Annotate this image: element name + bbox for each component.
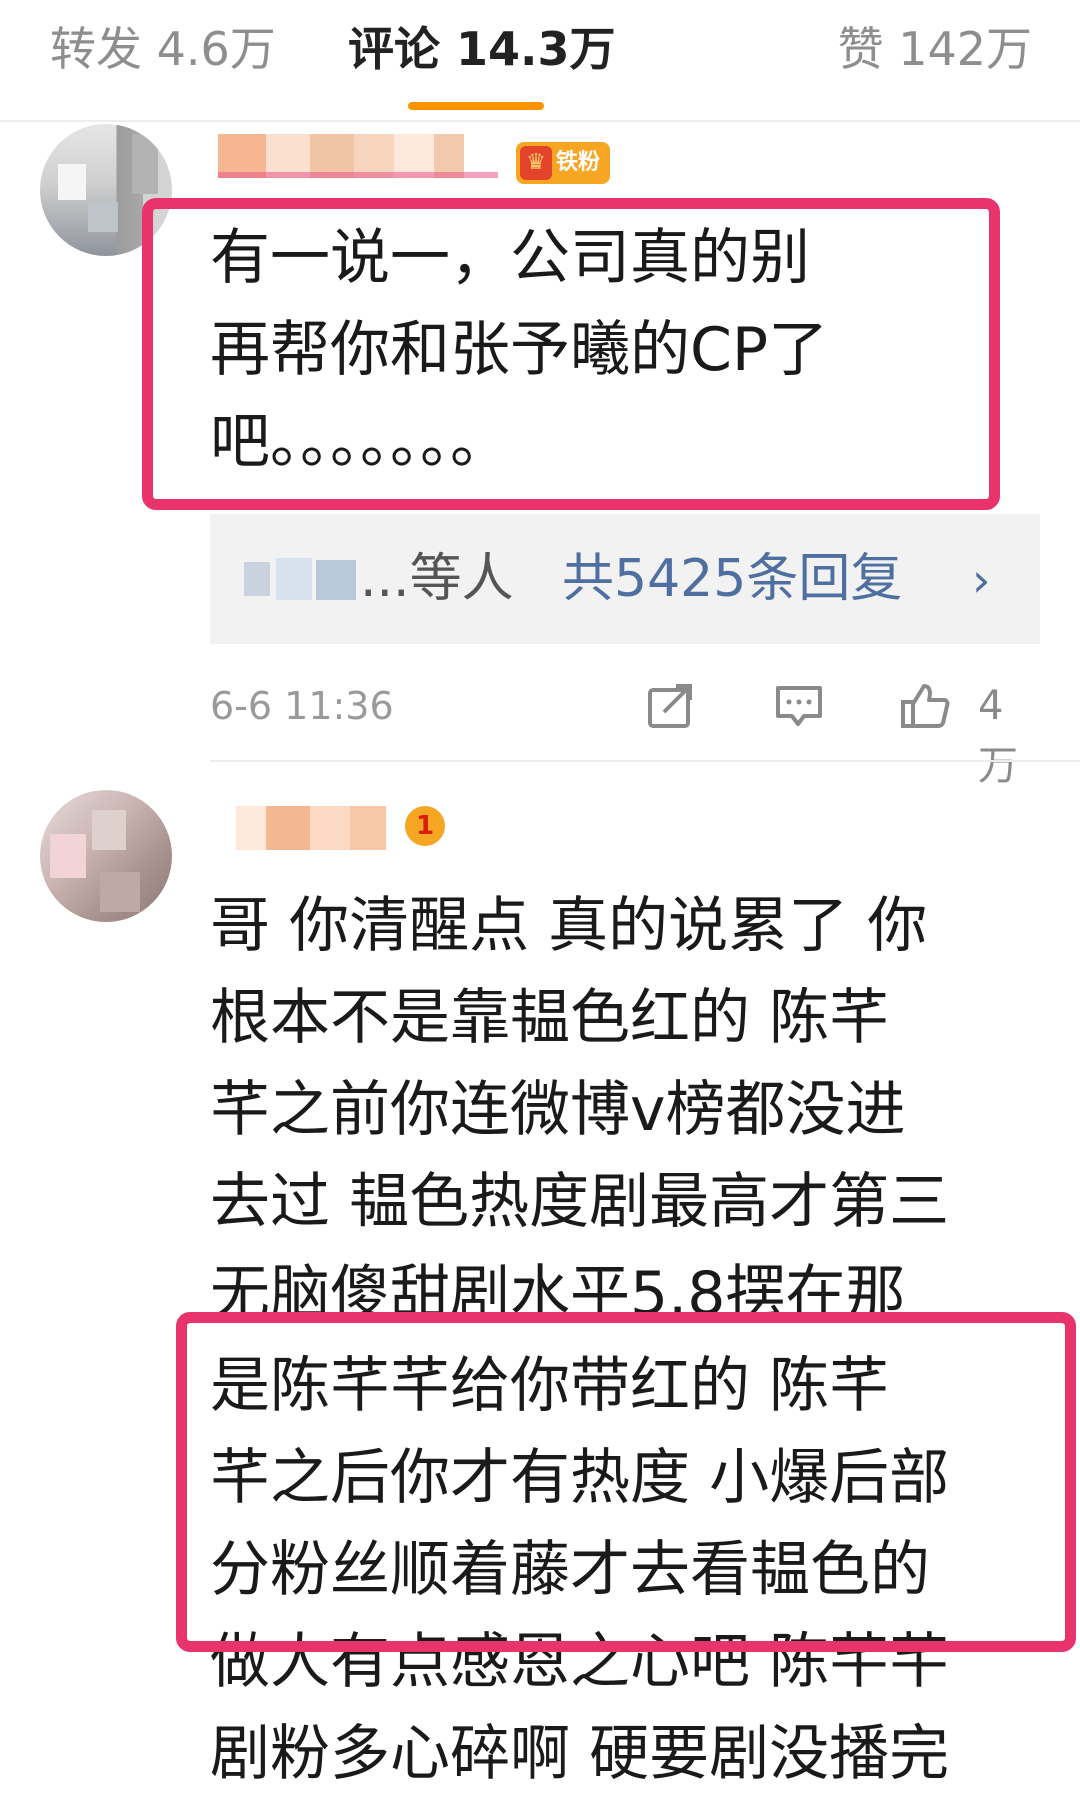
badge-label: 铁粉: [556, 150, 601, 175]
comment-meta-row: 6-6 11:36 4万: [210, 676, 1040, 789]
comment-line: 哥 你清醒点 真的说累了 你: [210, 891, 928, 961]
comment-timestamp: 6-6 11:36: [210, 684, 394, 728]
comment-line: 再帮你和张予曦的CP了: [210, 315, 829, 385]
username-redacted[interactable]: [218, 134, 498, 178]
crown-icon: ♛: [520, 146, 552, 180]
comment-line: 去过 韫色热度剧最高才第三: [210, 1167, 950, 1237]
comment-line: 是陈芊芊给你带红的 陈芊: [210, 1351, 890, 1421]
comment-line: 有一说一，公司真的别: [210, 223, 810, 293]
comment-tab-bar: 转发 4.6万 评论 14.3万 赞 142万: [0, 0, 1080, 122]
iron-fan-badge: ♛ 铁粉: [516, 142, 610, 184]
comment-line: 根本不是靠韫色红的 陈芊: [210, 983, 890, 1053]
repost-icon[interactable]: [646, 682, 696, 730]
view-all-replies-link[interactable]: 共5425条回复: [562, 546, 902, 612]
avatar[interactable]: [40, 124, 172, 256]
comment-divider: [210, 760, 1080, 762]
username-redacted[interactable]: [236, 806, 406, 850]
active-tab-indicator: [408, 102, 544, 110]
like-count: 4万: [978, 683, 1018, 789]
reply-others-text: ...等人: [360, 549, 514, 609]
replies-preview[interactable]: ...等人 共5425条回复 ›: [210, 514, 1040, 644]
comment-icon[interactable]: [774, 682, 824, 730]
comment-line: 芊之前你连微博v榜都没进: [210, 1075, 906, 1145]
chevron-right-icon: ›: [972, 553, 991, 607]
crown-icon: 1: [405, 806, 445, 846]
comment-line: 无脑傻甜剧水平5.8摆在那: [210, 1259, 906, 1329]
comment-line: 剧粉多心碎啊 硬要剧没播完: [210, 1719, 950, 1789]
thumbs-up-icon[interactable]: [900, 682, 950, 730]
comment-line: 芊之后你才有热度 小爆后部: [210, 1443, 950, 1513]
reply-usernames-redacted: [244, 554, 362, 604]
comment-line: 做人有点感恩之心吧 陈芊芊: [210, 1627, 950, 1697]
comment-text: 哥 你清醒点 真的说累了 你 根本不是靠韫色红的 陈芊 芊之前你连微博v榜都没进…: [210, 880, 949, 1800]
comment-line: 分粉丝顺着藤才去看韫色的: [210, 1535, 930, 1605]
comment-line: 吧。。。。。。。: [210, 407, 510, 477]
tab-likes[interactable]: 赞 142万: [838, 14, 1032, 84]
avatar[interactable]: [40, 790, 172, 922]
tab-repost[interactable]: 转发 4.6万: [50, 14, 276, 84]
comment-text: 有一说一，公司真的别 再帮你和张予曦的CP了 吧。。。。。。。: [210, 212, 828, 488]
tab-comments[interactable]: 评论 14.3万: [348, 14, 616, 84]
